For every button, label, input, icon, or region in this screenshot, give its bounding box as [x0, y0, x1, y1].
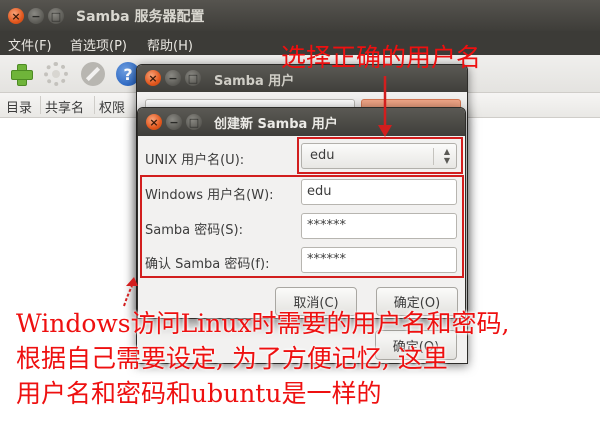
- annotation-line-3: 用户名和密码和ubuntu是一样的: [16, 379, 382, 408]
- annotation-line-1: Windows访问Linux时需要的用户名和密码,: [16, 309, 510, 338]
- annotation-select-username: 选择正确的用户名: [281, 43, 482, 72]
- down-arrowhead-icon: [378, 125, 392, 137]
- up-arrow-icon: [123, 285, 133, 307]
- up-arrowhead-icon: [126, 277, 138, 286]
- annotation-line-2: 根据自己需要设定, 为了方便记忆, 这里: [16, 344, 448, 373]
